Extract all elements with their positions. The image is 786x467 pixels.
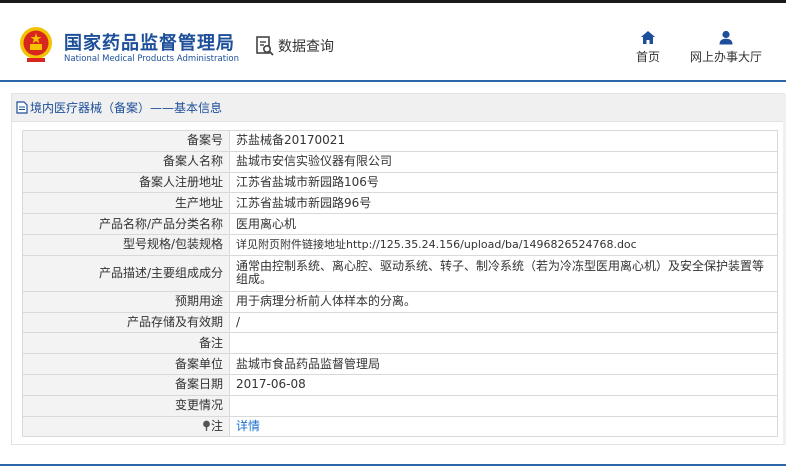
nav-home-label: 首页 [636,50,661,64]
table-row: 变更情况 [22,394,778,417]
row-key: 产品存储及有效期 [22,311,230,334]
row-value [229,332,778,355]
row-value: 盐城市安信实验仪器有限公司 [229,150,778,173]
row-value: 医用离心机 [229,213,778,235]
row-key: 备案日期 [22,373,230,396]
user-icon [719,30,733,45]
row-key: 预期用途 [22,290,230,313]
row-key: 备案号 [22,130,230,152]
table-row: 备案人注册地址 江苏省盐城市新园路106号 [22,171,778,194]
table-row: 备案人名称 盐城市安信实验仪器有限公司 [22,150,778,173]
row-key: 备注 [22,332,230,355]
row-value: 通常由控制系统、离心腔、驱动系统、转子、制冷系统（若为冷冻型医用离心机）及安全保… [229,254,778,292]
table-row: 产品描述/主要组成成分 通常由控制系统、离心腔、驱动系统、转子、制冷系统（若为冷… [22,254,778,292]
table-row: 备案日期 2017-06-08 [22,373,778,396]
table-row: 产品存储及有效期 / [22,311,778,334]
data-query-icon [256,36,274,56]
table-row: 型号规格/包装规格 详见附页附件链接地址http://125.35.24.156… [22,233,778,256]
row-value: 苏盐械备20170021 [229,130,778,152]
panel-title: 境内医疗器械（备案）——基本信息 [30,101,223,115]
table-row: 产品名称/产品分类名称 医用离心机 [22,213,778,235]
home-icon [641,31,655,44]
row-key: 产品描述/主要组成成分 [22,254,230,292]
nav-online-hall[interactable]: 网上办事大厅 [690,30,762,65]
row-value: 江苏省盐城市新园路96号 [229,192,778,215]
table-row: 生产地址 江苏省盐城市新园路96号 [22,192,778,215]
row-value: 2017-06-08 [229,373,778,396]
table-row: 预期用途 用于病理分析前人体样本的分离。 [22,290,778,313]
panel-title-bar: 境内医疗器械（备案）——基本信息 [12,94,785,122]
site-title: 国家药品监督管理局 [64,33,235,54]
row-key: 备案人名称 [22,150,230,173]
header-rule [0,80,786,82]
document-icon [16,101,28,114]
row-value: 江苏省盐城市新园路106号 [229,171,778,194]
site-subtitle: National Medical Products Administration [64,54,239,64]
row-key: 备案人注册地址 [22,171,230,194]
note-pin-icon [203,420,210,431]
row-key: 型号规格/包装规格 [22,233,230,256]
table-row: 注 详情 [22,415,778,438]
row-value [229,394,778,417]
nav-home[interactable]: 首页 [636,30,660,65]
data-query-label: 数据查询 [278,39,334,55]
record-table: 备案号 苏盐械备20170021 备案人名称 盐城市安信实验仪器有限公司 备案人… [22,130,778,438]
note-key-label: 注 [210,418,223,433]
row-key: 生产地址 [22,192,230,215]
site-header: 国家药品监督管理局 National Medical Products Admi… [0,3,786,81]
table-row: 备案号 苏盐械备20170021 [22,130,778,152]
row-key: 产品名称/产品分类名称 [22,213,230,235]
detail-link[interactable]: 详情 [236,419,260,433]
table-row: 备注 [22,332,778,355]
row-value: / [229,311,778,334]
row-key: 变更情况 [22,394,230,417]
national-emblem-icon [20,27,52,62]
row-value: 详见附页附件链接地址http://125.35.24.156/upload/ba… [229,233,778,256]
row-value: 详情 [229,415,778,438]
row-value: 盐城市食品药品监督管理局 [229,353,778,375]
note-key: 注 [22,415,230,438]
table-row: 备案单位 盐城市食品药品监督管理局 [22,353,778,375]
row-value: 用于病理分析前人体样本的分离。 [229,290,778,313]
data-query-link[interactable]: 数据查询 [256,36,334,56]
bottom-rule [0,464,786,466]
row-key: 备案单位 [22,353,230,375]
nav-online-hall-label: 网上办事大厅 [690,50,763,64]
record-panel: 境内医疗器械（备案）——基本信息 备案号 苏盐械备20170021 备案人名称 … [11,93,786,445]
